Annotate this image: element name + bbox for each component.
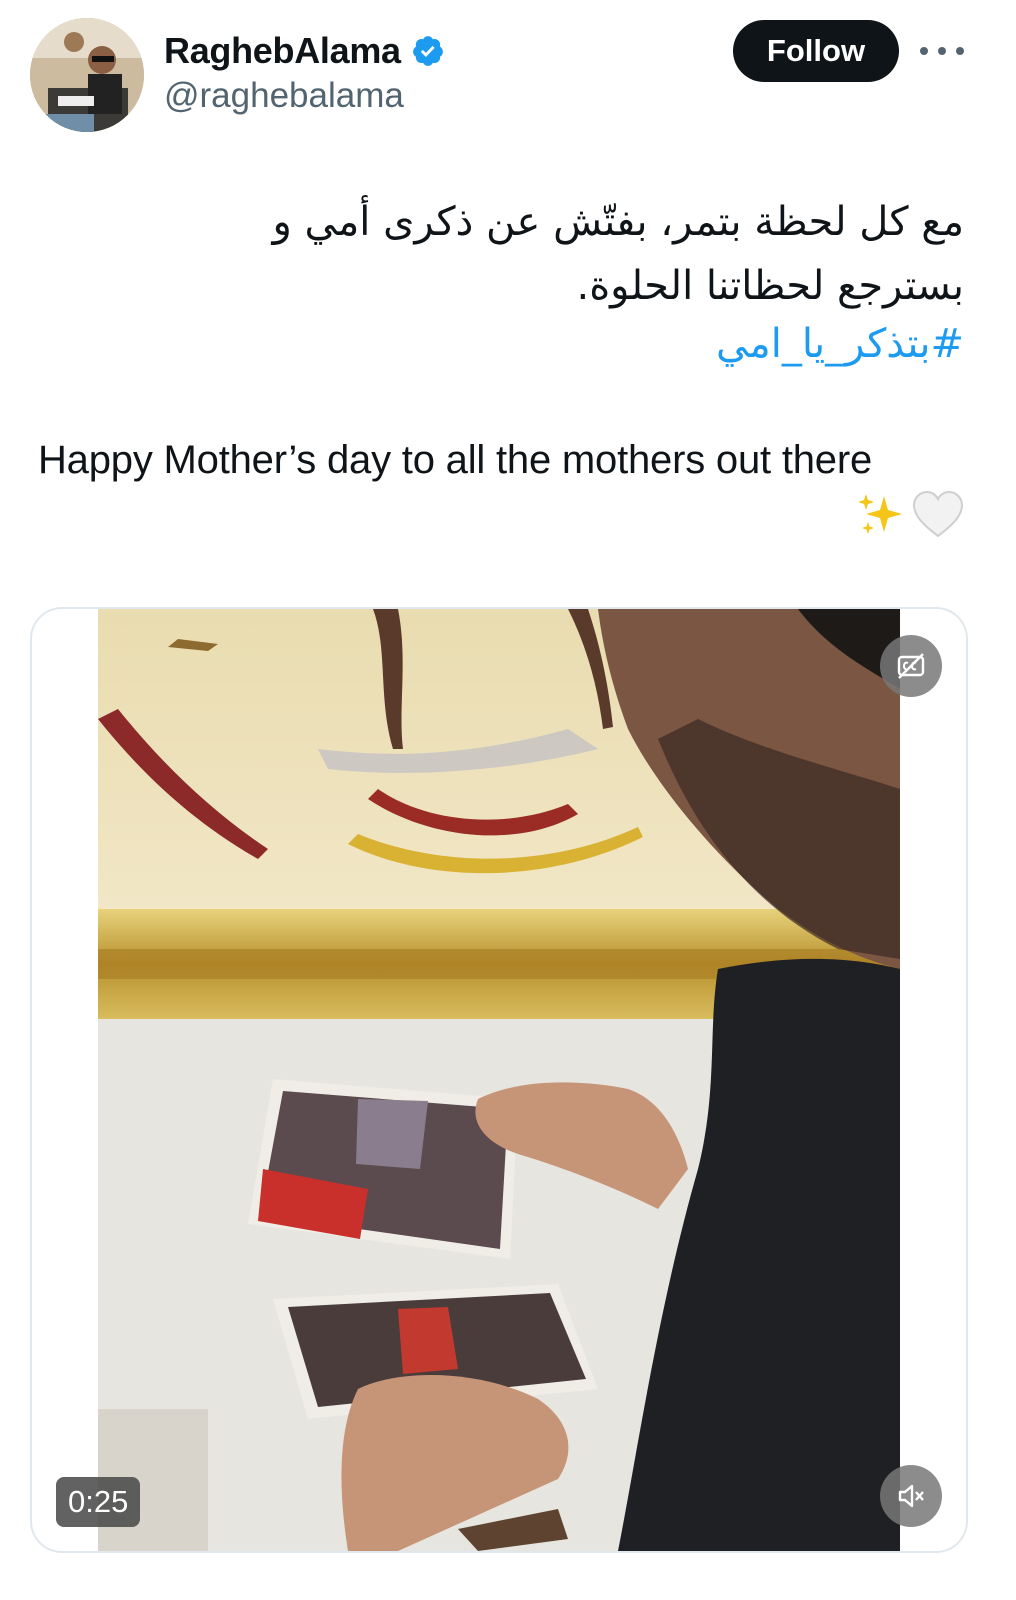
avatar-image <box>30 18 144 132</box>
hashtag-link[interactable]: #بتذكر_يا_امي <box>716 312 964 376</box>
verified-badge-icon <box>411 34 445 68</box>
captions-off-icon[interactable] <box>880 635 942 697</box>
media-card: 0:25 <box>30 607 968 1553</box>
muted-speaker-icon[interactable] <box>880 1465 942 1527</box>
sparkles-icon <box>854 490 904 545</box>
author-handle[interactable]: @raghebalama <box>164 76 404 116</box>
more-dot <box>920 47 928 55</box>
video-thumbnail <box>98 609 900 1551</box>
video-duration-badge: 0:25 <box>56 1477 141 1527</box>
avatar[interactable] <box>30 18 144 132</box>
emoji-row <box>854 490 964 545</box>
tweet-text-arabic: مع كل لحظة بتمر، بفتّش عن ذكرى أمي و بست… <box>272 199 964 309</box>
author-display-name[interactable]: RaghebAlama <box>164 30 401 72</box>
more-dot <box>938 47 946 55</box>
more-horizontal-icon[interactable] <box>920 36 964 66</box>
more-dot <box>956 47 964 55</box>
follow-button[interactable]: Follow <box>733 20 899 82</box>
white-heart-icon <box>912 490 964 545</box>
video-player[interactable] <box>98 609 900 1551</box>
tweet-text-english: Happy Mother’s day to all the mothers ou… <box>38 438 873 482</box>
author-name-row: RaghebAlama <box>164 28 445 74</box>
